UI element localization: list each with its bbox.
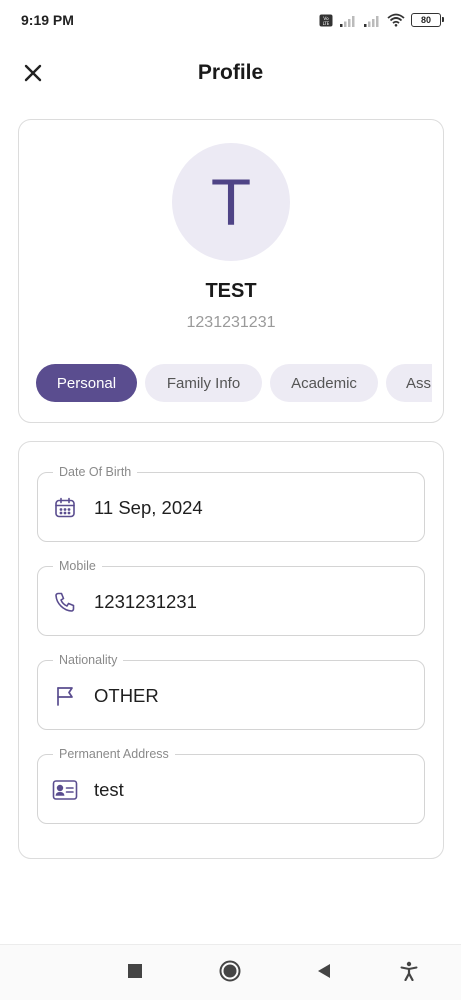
permanent-address-value: test [94, 779, 124, 800]
profile-name: TEST [205, 280, 257, 302]
field-label: Date Of Birth [53, 464, 138, 480]
back-icon [316, 963, 332, 984]
tab-assigned[interactable]: Assi [386, 364, 432, 402]
flag-icon [52, 683, 78, 709]
signal-icon [363, 14, 381, 27]
app-header: Profile [0, 52, 461, 96]
volte-icon: Vo LTE [319, 14, 333, 27]
home-icon [219, 960, 241, 987]
profile-card: T TEST 1231231231 Personal Family Info A… [18, 119, 444, 423]
date-of-birth-value: 11 Sep, 2024 [94, 497, 203, 518]
profile-id-number: 1231231231 [186, 314, 276, 331]
field-label: Nationality [53, 652, 124, 668]
field-label: Permanent Address [53, 746, 175, 762]
status-time: 9:19 PM [21, 12, 74, 28]
battery-icon: 80 [411, 13, 444, 27]
id-card-icon [52, 777, 78, 803]
mobile-value: 1231231231 [94, 591, 197, 612]
phone-icon [52, 589, 78, 615]
profile-tabs: Personal Family Info Academic Assi [36, 364, 432, 402]
calendar-icon [52, 495, 78, 521]
signal-icon [339, 14, 357, 27]
avatar: T [172, 143, 290, 261]
page-title: Profile [197, 61, 264, 84]
accessibility-icon [400, 961, 418, 986]
field-label: Mobile [53, 558, 102, 574]
tab-family-info[interactable]: Family Info [145, 364, 262, 402]
mobile-field[interactable]: Mobile 1231231231 [37, 558, 425, 636]
home-button[interactable] [216, 959, 244, 987]
wifi-icon [387, 13, 405, 27]
system-nav-bar [0, 944, 461, 1000]
accessibility-button[interactable] [395, 959, 423, 987]
recents-button[interactable] [121, 959, 149, 987]
nationality-field[interactable]: Nationality OTHER [37, 652, 425, 730]
back-button[interactable] [310, 959, 338, 987]
status-bar: 9:19 PM Vo LTE 80 [0, 0, 461, 40]
svg-text:LTE: LTE [323, 21, 330, 26]
recents-icon [128, 963, 142, 983]
nationality-value: OTHER [94, 685, 159, 706]
status-icons: Vo LTE 80 [319, 11, 444, 29]
tab-academic[interactable]: Academic [270, 364, 378, 402]
date-of-birth-field[interactable]: Date Of Birth 11 Sep, 2024 [37, 464, 425, 542]
permanent-address-field[interactable]: Permanent Address test [37, 746, 425, 824]
details-card: Date Of Birth 11 Sep, 2024 Mobile 123123… [18, 441, 444, 859]
tab-personal[interactable]: Personal [36, 364, 137, 402]
